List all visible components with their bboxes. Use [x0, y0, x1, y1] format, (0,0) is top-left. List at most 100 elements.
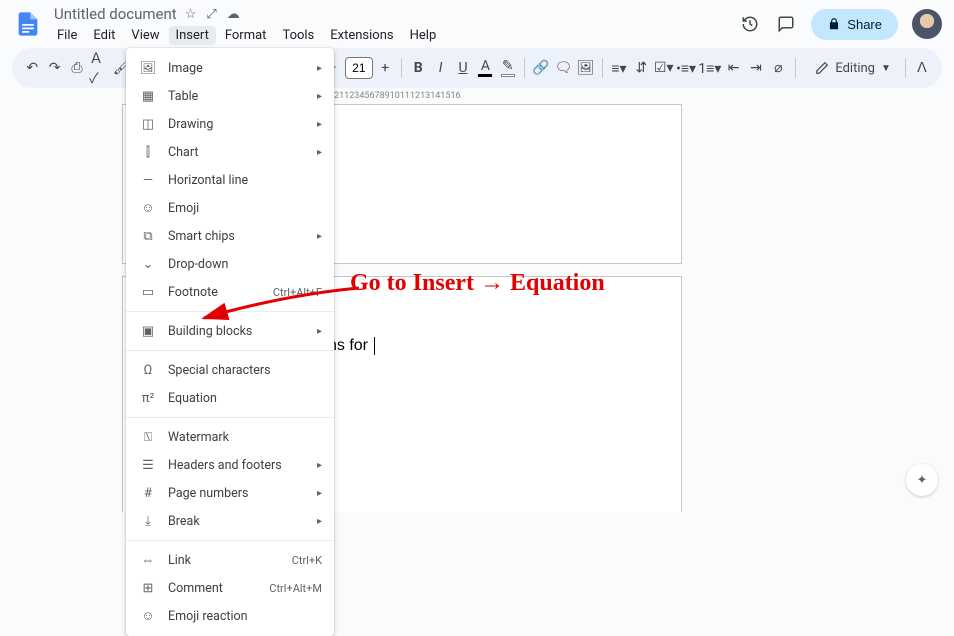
- menu-item-label: Drop-down: [168, 257, 322, 272]
- submenu-arrow-icon: ▸: [317, 231, 322, 242]
- menu-item-label: Headers and footers: [168, 458, 305, 473]
- insert-menu-chart[interactable]: ⫿Chart▸: [126, 138, 334, 166]
- insert-menu-break[interactable]: ⤓Break▸: [126, 507, 334, 535]
- text-color-button[interactable]: A: [475, 54, 495, 82]
- explore-fab[interactable]: ✦: [906, 464, 938, 496]
- menu-item-label: Drawing: [168, 117, 305, 132]
- app-header: Untitled document ☆ ⤢ ☁ File Edit View I…: [0, 0, 954, 44]
- insert-image-button[interactable]: 🖼: [576, 54, 596, 82]
- insert-menu-comment[interactable]: ⊞CommentCtrl+Alt+M: [126, 574, 334, 602]
- menu-item-icon: ⧉: [140, 229, 156, 244]
- clear-formatting-button[interactable]: ⌀: [768, 54, 788, 82]
- font-size-increase[interactable]: +: [375, 54, 395, 82]
- menu-view[interactable]: View: [124, 26, 166, 45]
- align-button[interactable]: ≡▾: [609, 54, 629, 82]
- doc-title[interactable]: Untitled document: [50, 5, 177, 23]
- menu-item-label: Smart chips: [168, 229, 305, 244]
- insert-menu-link[interactable]: ⇔LinkCtrl+K: [126, 546, 334, 574]
- history-icon[interactable]: [739, 13, 761, 35]
- insert-menu-building-blocks[interactable]: ▣Building blocks▸: [126, 317, 334, 345]
- insert-menu-smart-chips[interactable]: ⧉ Smart chips ▸: [126, 222, 334, 250]
- editing-mode-button[interactable]: Editing ▼: [807, 57, 899, 80]
- lock-icon: [827, 17, 841, 31]
- menu-item-label: Table: [168, 89, 305, 104]
- insert-link-button[interactable]: 🔗: [531, 54, 551, 82]
- insert-menu-footnote[interactable]: ▭ Footnote Ctrl+Alt+F: [126, 278, 334, 306]
- menu-file[interactable]: File: [50, 26, 84, 45]
- insert-menu-special-characters[interactable]: ΩSpecial characters: [126, 356, 334, 384]
- menu-item-icon: —: [140, 173, 156, 188]
- font-size-input[interactable]: [345, 57, 373, 79]
- menu-item-icon: #: [140, 486, 156, 501]
- submenu-arrow-icon: ▸: [317, 326, 322, 337]
- insert-menu-watermark[interactable]: ⍂Watermark: [126, 423, 334, 451]
- account-avatar[interactable]: [912, 9, 942, 39]
- menu-format[interactable]: Format: [218, 26, 274, 45]
- menu-help[interactable]: Help: [403, 26, 444, 45]
- insert-menu-page-numbers[interactable]: # Page numbers ▸: [126, 479, 334, 507]
- menu-item-icon: ◫: [140, 117, 156, 132]
- menu-item-icon: ▭: [140, 285, 156, 300]
- menu-item-label: Comment: [168, 581, 257, 596]
- menu-item-label: Footnote: [168, 285, 261, 300]
- menu-item-label: Page numbers: [168, 486, 305, 501]
- insert-menu-table[interactable]: ▦Table▸: [126, 82, 334, 110]
- insert-menu-drop-down[interactable]: ⌄ Drop-down: [126, 250, 334, 278]
- numbered-list-button[interactable]: 1≡▾: [698, 54, 721, 82]
- menu-item-label: Emoji: [168, 201, 322, 216]
- submenu-arrow-icon: ▸: [317, 488, 322, 499]
- share-button[interactable]: Share: [811, 9, 898, 40]
- add-comment-button[interactable]: 🗨: [553, 54, 573, 82]
- decrease-indent-button[interactable]: ⇤: [723, 54, 743, 82]
- collapse-toolbar-button[interactable]: ᐱ: [912, 54, 932, 82]
- increase-indent-button[interactable]: ⇥: [746, 54, 766, 82]
- menu-tools[interactable]: Tools: [275, 26, 321, 45]
- menu-item-icon: 🖼: [140, 61, 156, 76]
- star-icon[interactable]: ☆: [185, 7, 197, 22]
- checklist-button[interactable]: ☑▾: [654, 54, 674, 82]
- insert-menu-emoji[interactable]: ☺Emoji: [126, 194, 334, 222]
- menu-item-label: Emoji reaction: [168, 609, 322, 624]
- underline-button[interactable]: U: [453, 54, 473, 82]
- insert-menu-horizontal-line[interactable]: — Horizontal line: [126, 166, 334, 194]
- vertical-ruler[interactable]: [0, 108, 22, 512]
- insert-menu-drawing[interactable]: ◫Drawing▸: [126, 110, 334, 138]
- menu-insert[interactable]: Insert: [169, 26, 216, 45]
- menu-item-shortcut: Ctrl+Alt+F: [273, 286, 322, 299]
- spellcheck-button[interactable]: Ａ✓: [89, 54, 109, 82]
- cloud-status-icon[interactable]: ☁: [227, 7, 240, 22]
- editing-mode-label: Editing: [835, 61, 875, 76]
- menu-item-label: Image: [168, 61, 305, 76]
- bold-button[interactable]: B: [408, 54, 428, 82]
- menu-item-label: Horizontal line: [168, 173, 322, 188]
- docs-logo[interactable]: [12, 8, 44, 40]
- submenu-arrow-icon: ▸: [317, 147, 322, 158]
- menu-item-icon: ⌄: [140, 257, 156, 272]
- insert-menu-equation[interactable]: π² Equation: [126, 384, 334, 412]
- highlight-button[interactable]: ✎: [498, 54, 518, 82]
- menu-item-label: Break: [168, 514, 305, 529]
- menu-item-icon: ☰: [140, 458, 156, 473]
- comments-icon[interactable]: [775, 13, 797, 35]
- move-icon[interactable]: ⤢: [206, 7, 216, 22]
- menu-item-label: Link: [168, 553, 280, 568]
- menu-item-icon: π²: [140, 391, 156, 406]
- italic-button[interactable]: I: [430, 54, 450, 82]
- menu-edit[interactable]: Edit: [86, 26, 122, 45]
- menu-item-label: Equation: [168, 391, 322, 406]
- redo-button[interactable]: ↷: [44, 54, 64, 82]
- print-button[interactable]: ⎙: [67, 54, 87, 82]
- insert-menu-image[interactable]: 🖼 Image ▸: [126, 54, 334, 82]
- undo-button[interactable]: ↶: [22, 54, 42, 82]
- menu-extensions[interactable]: Extensions: [323, 26, 400, 45]
- insert-menu-headers-and-footers[interactable]: ☰Headers and footers▸: [126, 451, 334, 479]
- menu-item-icon: ▦: [140, 89, 156, 104]
- insert-menu-emoji-reaction[interactable]: ☺Emoji reaction: [126, 602, 334, 630]
- line-spacing-button[interactable]: ⇵: [631, 54, 651, 82]
- share-label: Share: [847, 17, 882, 32]
- submenu-arrow-icon: ▸: [317, 63, 322, 74]
- menu-item-icon: ⇔: [140, 552, 156, 568]
- insert-menu-dropdown: 🖼Image▸▦Table▸◫Drawing▸⫿Chart▸—Horizonta…: [126, 48, 334, 636]
- bulleted-list-button[interactable]: •≡▾: [676, 54, 696, 82]
- submenu-arrow-icon: ▸: [317, 516, 322, 527]
